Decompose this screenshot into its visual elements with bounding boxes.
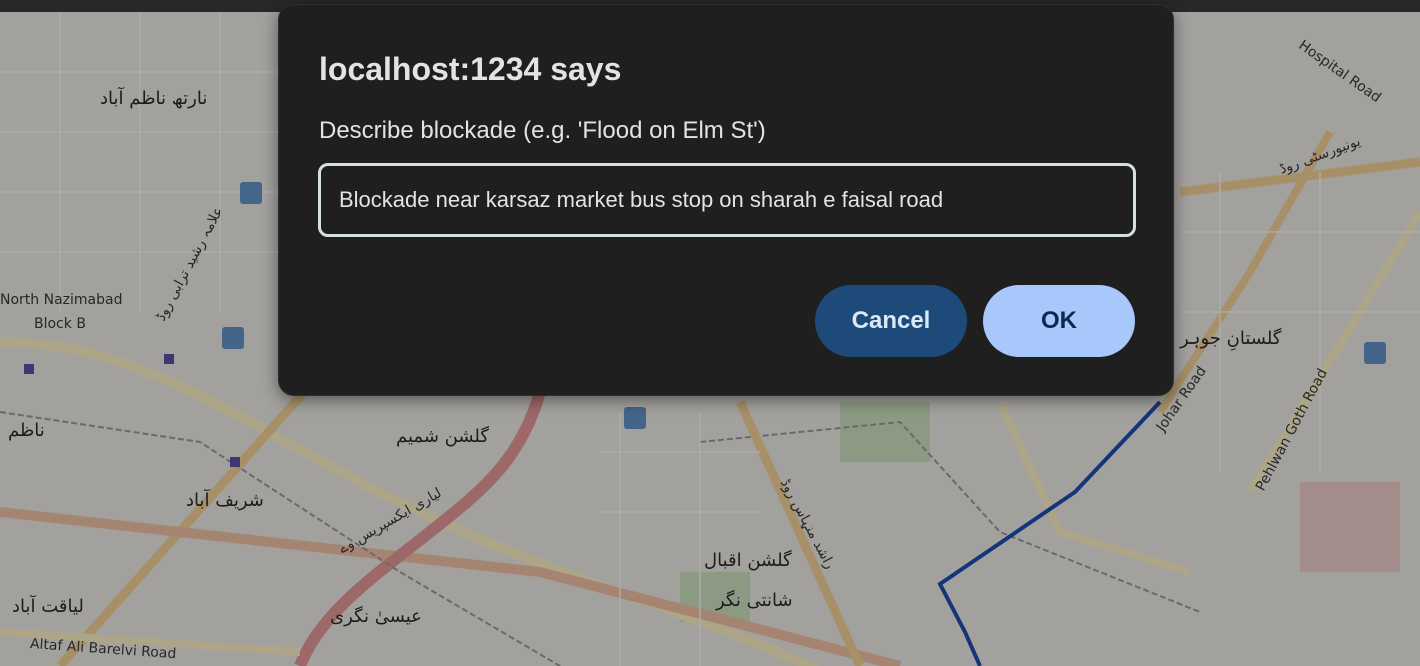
cancel-button[interactable]: Cancel bbox=[815, 285, 967, 357]
dialog-title: localhost:1234 says bbox=[319, 51, 622, 87]
dialog-message: Describe blockade (e.g. 'Flood on Elm St… bbox=[319, 117, 766, 144]
blockade-description-input[interactable] bbox=[318, 163, 1136, 237]
prompt-dialog: localhost:1234 says Describe blockade (e… bbox=[278, 4, 1174, 396]
ok-button[interactable]: OK bbox=[983, 285, 1135, 357]
